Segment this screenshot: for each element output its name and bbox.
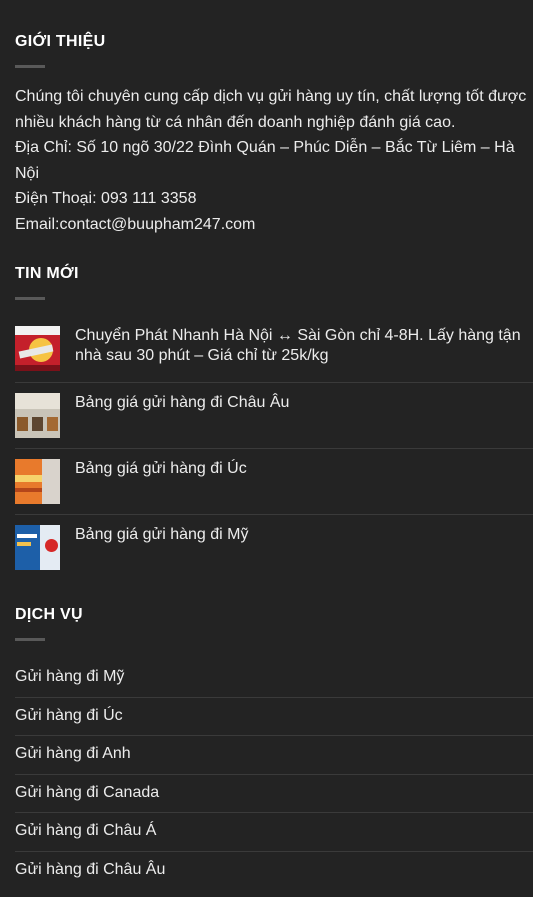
news-item[interactable]: Chuyển Phát Nhanh Hà Nội ↔ Sài Gòn chỉ 4…: [15, 316, 533, 383]
service-link-usa[interactable]: Gửi hàng đi Mỹ: [15, 659, 533, 698]
news-item-link[interactable]: Bảng giá gửi hàng đi Châu Âu: [75, 393, 289, 413]
intro-text-block: Chúng tôi chuyên cung cấp dịch vụ gửi hà…: [15, 84, 531, 237]
news-title: TIN MỚI: [15, 265, 79, 282]
footer-widgets: GIỚI THIỆU Chúng tôi chuyên cung cấp dịc…: [0, 0, 533, 897]
news-title-divider: [15, 297, 45, 300]
news-item[interactable]: Bảng giá gửi hàng đi Mỹ: [15, 515, 533, 581]
services-title: DỊCH VỤ: [15, 606, 83, 623]
news-item[interactable]: Bảng giá gửi hàng đi Úc: [15, 449, 533, 515]
services-list: Gửi hàng đi Mỹ Gửi hàng đi Úc Gửi hàng đ…: [15, 659, 533, 890]
service-link-asia[interactable]: Gửi hàng đi Châu Á: [15, 813, 533, 852]
news-item-link[interactable]: Bảng giá gửi hàng đi Úc: [75, 459, 247, 479]
service-link-europe[interactable]: Gửi hàng đi Châu Âu: [15, 852, 533, 891]
usa-shipping-thumbnail[interactable]: [15, 525, 60, 570]
intro-phone: Điện Thoại: 093 111 3358: [15, 190, 197, 207]
intro-address: Địa Chỉ: Số 10 ngõ 30/22 Đình Quán – Phú…: [15, 139, 515, 182]
news-item[interactable]: Bảng giá gửi hàng đi Châu Âu: [15, 383, 533, 449]
news-item-link[interactable]: Bảng giá gửi hàng đi Mỹ: [75, 525, 248, 545]
australia-shipping-thumbnail[interactable]: [15, 459, 60, 504]
news-item-link[interactable]: Chuyển Phát Nhanh Hà Nội ↔ Sài Gòn chỉ 4…: [75, 326, 533, 366]
intro-email: Email:contact@buupham247.com: [15, 215, 256, 233]
service-link-canada[interactable]: Gửi hàng đi Canada: [15, 775, 533, 813]
service-link-uk[interactable]: Gửi hàng đi Anh: [15, 736, 533, 775]
express-delivery-thumbnail[interactable]: [15, 326, 60, 371]
intro-title: GIỚI THIỆU: [15, 33, 106, 50]
service-link-australia[interactable]: Gửi hàng đi Úc: [15, 698, 533, 736]
intro-paragraph: Chúng tôi chuyên cung cấp dịch vụ gửi hà…: [15, 88, 527, 131]
intro-title-divider: [15, 65, 45, 68]
europe-shipping-thumbnail[interactable]: [15, 393, 60, 438]
news-list: Chuyển Phát Nhanh Hà Nội ↔ Sài Gòn chỉ 4…: [15, 316, 533, 581]
services-title-divider: [15, 638, 45, 641]
